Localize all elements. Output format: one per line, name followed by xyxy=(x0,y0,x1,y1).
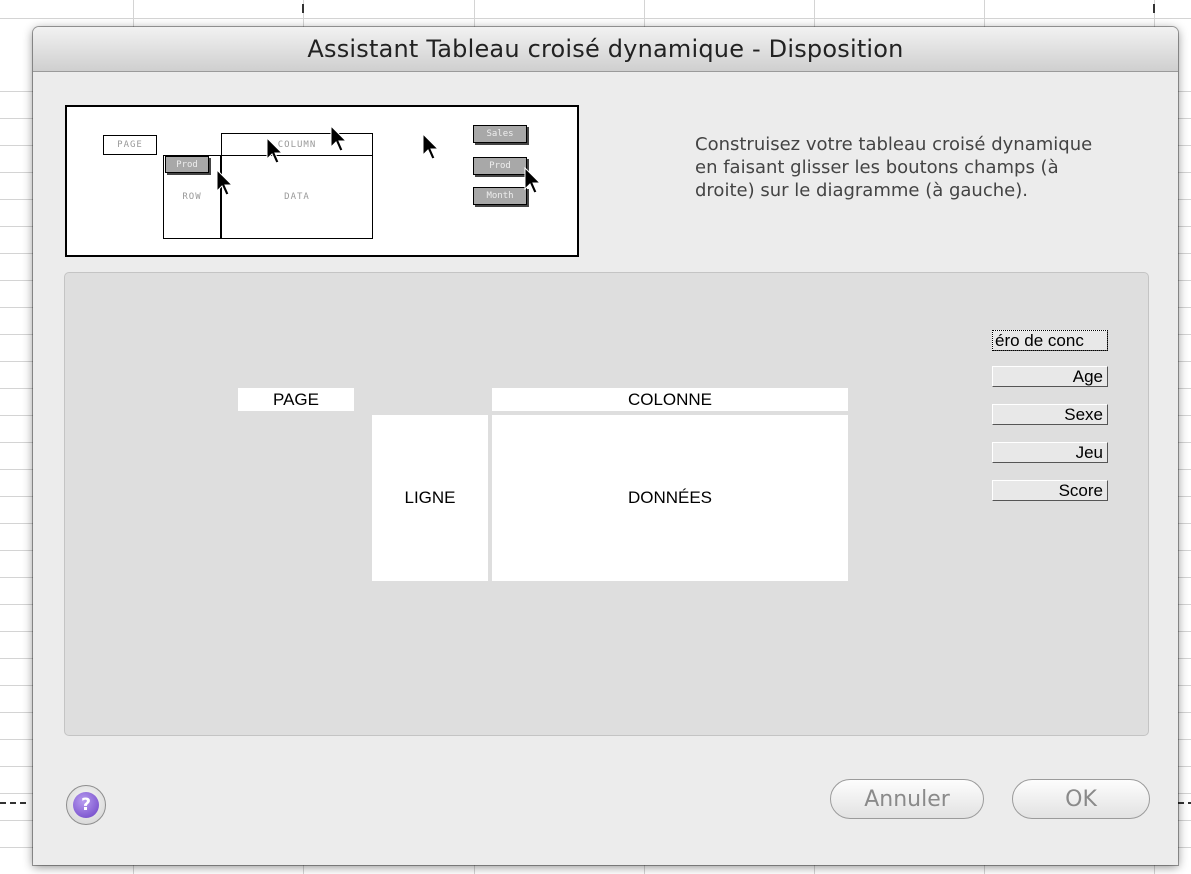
data-drop-zone[interactable]: DONNÉES xyxy=(492,415,848,581)
diagram-page-box: PAGE xyxy=(103,135,157,155)
question-icon: ? xyxy=(73,792,99,818)
cursor-arrow-icon xyxy=(266,137,284,164)
field-button-score[interactable]: Score xyxy=(992,480,1108,501)
page-zone-label: PAGE xyxy=(273,389,319,409)
cancel-button-label: Annuler xyxy=(864,786,950,812)
ok-button-label: OK xyxy=(1065,786,1097,812)
cursor-arrow-icon xyxy=(524,167,542,194)
field-button-sexe[interactable]: Sexe xyxy=(992,404,1108,425)
field-button-age[interactable]: Age xyxy=(992,366,1108,387)
field-button-jeu[interactable]: Jeu xyxy=(992,442,1108,463)
layout-diagram-illustration: PAGE COLUMN ROW DATA Prod Sales Prod Mon… xyxy=(65,105,579,257)
cursor-arrow-icon xyxy=(422,133,440,160)
layout-area: PAGE COLONNE LIGNE DONNÉES éro de conc A… xyxy=(64,272,1149,736)
column-drop-zone[interactable]: COLONNE xyxy=(492,388,848,411)
cursor-arrow-icon xyxy=(216,169,234,196)
cursor-arrow-icon xyxy=(330,125,348,152)
diagram-row-field-button: Prod xyxy=(165,156,209,173)
diagram-data-box: DATA xyxy=(221,155,373,239)
cancel-button[interactable]: Annuler xyxy=(830,779,984,819)
column-zone-label: COLONNE xyxy=(627,389,713,409)
dialog-title: Assistant Tableau croisé dynamique - Dis… xyxy=(307,35,904,63)
pivot-table-wizard-dialog: Assistant Tableau croisé dynamique - Dis… xyxy=(33,27,1178,865)
data-zone-label: DONNÉES xyxy=(627,488,713,507)
help-button[interactable]: ? xyxy=(66,785,106,825)
ok-button[interactable]: OK xyxy=(1012,779,1150,819)
diagram-field-button: Prod xyxy=(473,157,527,175)
title-bar[interactable]: Assistant Tableau croisé dynamique - Dis… xyxy=(33,27,1178,72)
diagram-field-button: Sales xyxy=(473,125,527,143)
field-button-numero[interactable]: éro de conc xyxy=(992,330,1108,351)
row-drop-zone[interactable]: LIGNE xyxy=(372,415,488,581)
page-drop-zone[interactable]: PAGE xyxy=(238,388,354,411)
row-zone-label: LIGNE xyxy=(404,488,456,507)
instructions-text: Construisez votre tableau croisé dynamiq… xyxy=(695,134,1093,201)
diagram-field-button: Month xyxy=(473,187,527,205)
